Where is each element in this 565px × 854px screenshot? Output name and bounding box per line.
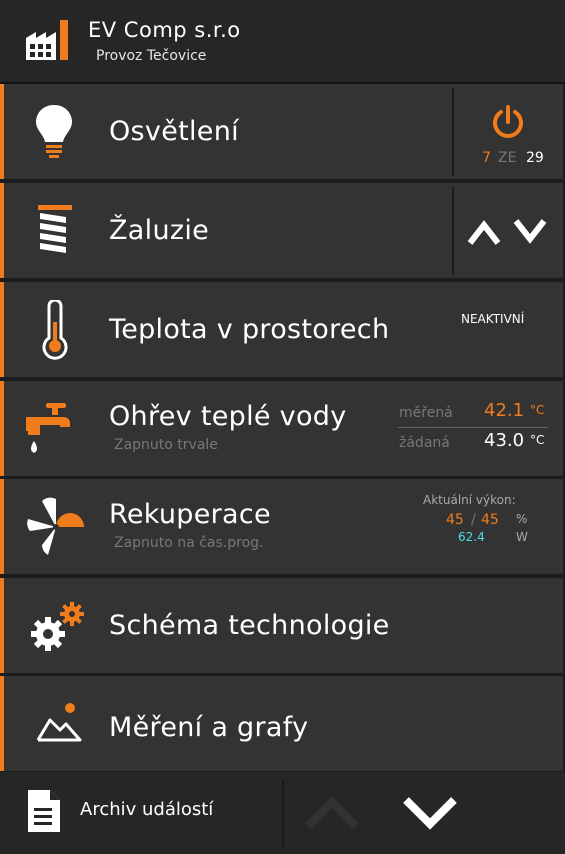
divider: [452, 187, 454, 275]
chevron-up-icon[interactable]: [466, 217, 502, 247]
watt-unit: W: [516, 530, 528, 544]
thermometer-icon: [42, 300, 68, 360]
recuperation-sublabel: Zapnuto na čas.prog.: [114, 535, 264, 551]
schema-label: Schéma technologie: [109, 610, 390, 641]
app-header: EV Comp s.r.o Provoz Tečovice: [0, 0, 565, 84]
lights-of-word: ZE: [498, 150, 517, 166]
document-icon: [28, 790, 60, 832]
set-label: žádaná: [399, 435, 450, 451]
menu-item-lighting[interactable]: Osvětlení 7 ZE 29: [0, 84, 563, 179]
measurements-label: Měření a grafy: [109, 712, 309, 743]
menu-item-recuperation[interactable]: Rekuperace Zapnuto na čas.prog. Aktuální…: [0, 479, 563, 574]
chart-icon: [36, 703, 82, 742]
power-watts: 62.4: [458, 530, 485, 544]
set-value: 43.0: [484, 430, 525, 451]
bulb-icon: [36, 105, 72, 158]
power-slash: /: [471, 512, 476, 528]
power-label: Aktuální výkon:: [423, 493, 516, 507]
measured-unit: °C: [530, 403, 545, 417]
divider: [452, 88, 454, 176]
recuperation-label: Rekuperace: [109, 499, 271, 530]
set-unit: °C: [530, 433, 545, 447]
menu-item-temperature[interactable]: Teplota v prostorech NEAKTIVNÍ: [0, 282, 563, 377]
chevron-down-icon[interactable]: [512, 217, 548, 247]
measured-value: 42.1: [484, 400, 525, 421]
blinds-label: Žaluzie: [109, 215, 210, 246]
menu-item-blinds[interactable]: Žaluzie: [0, 183, 563, 278]
hot-water-label: Ohřev teplé vody: [109, 401, 347, 432]
lighting-label: Osvětlení: [109, 116, 239, 147]
temperature-status: NEAKTIVNÍ: [461, 312, 525, 326]
app-subtitle: Provoz Tečovice: [96, 48, 207, 64]
power-icon[interactable]: [490, 104, 526, 140]
lights-on-count: 7: [482, 150, 491, 166]
power-a: 45: [446, 512, 464, 528]
footer-bar: Archiv událostí: [0, 772, 565, 854]
menu-item-hot-water[interactable]: Ohřev teplé vody Zapnuto trvale měřená 4…: [0, 381, 563, 476]
temperature-label: Teplota v prostorech: [109, 314, 390, 345]
menu-item-measurements[interactable]: Měření a grafy: [0, 676, 563, 771]
power-b: 45: [481, 512, 499, 528]
divider: [282, 780, 284, 850]
water-tap-icon: [26, 403, 70, 453]
factory-icon: [26, 20, 68, 60]
lights-total: 29: [526, 150, 544, 166]
blinds-icon: [38, 205, 72, 253]
divider: [398, 427, 548, 428]
app-title: EV Comp s.r.o: [88, 18, 241, 42]
chevron-up-icon[interactable]: [304, 794, 360, 832]
percent-unit: %: [516, 512, 528, 526]
gears-icon: [31, 602, 84, 651]
hot-water-sublabel: Zapnuto trvale: [114, 437, 218, 453]
menu-item-schema[interactable]: Schéma technologie: [0, 578, 563, 673]
chevron-down-icon[interactable]: [402, 794, 458, 832]
measured-label: měřená: [399, 405, 453, 421]
fan-icon: [27, 497, 84, 555]
archive-label[interactable]: Archiv událostí: [80, 799, 213, 820]
